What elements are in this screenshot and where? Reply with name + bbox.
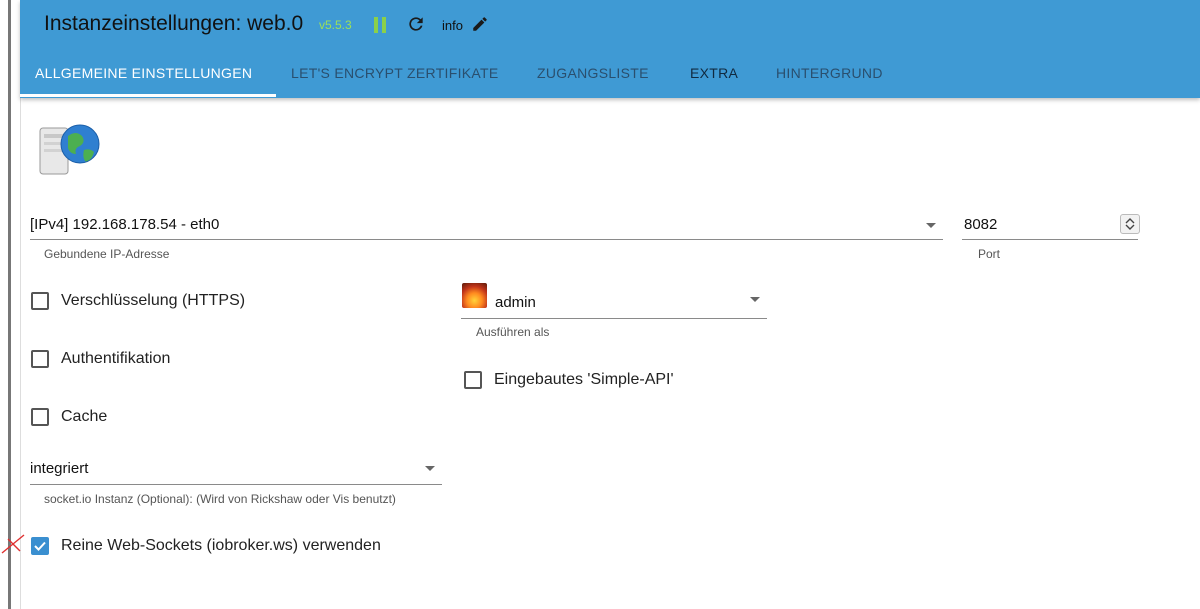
pure-websockets-checkbox[interactable] [31,537,49,555]
chevron-down-icon[interactable] [425,466,435,471]
tab-access-list[interactable]: ZUGANGSLISTE [537,65,649,81]
port-label: Port [978,247,1001,261]
window-left-edge [8,0,11,609]
bind-ip-label: Gebundene IP-Adresse [44,247,170,261]
reload-icon[interactable] [406,14,426,34]
run-as-underline [461,318,767,319]
web-server-globe-icon [38,120,102,178]
instance-header: Instanzeinstellungen: web.0 v5.5.3 info … [20,0,1200,98]
socketio-underline [30,484,442,485]
auth-label: Authentifikation [61,350,171,367]
port-stepper[interactable] [1120,214,1140,234]
red-x-mark [0,533,28,555]
tab-background[interactable]: HINTERGRUND [776,65,883,81]
log-level-label[interactable]: info [442,18,463,33]
pause-icon[interactable] [374,17,388,33]
bind-ip-select[interactable]: [IPv4] 192.168.178.54 - eth0 [30,216,219,233]
chevron-down-icon[interactable] [750,297,760,302]
pencil-icon[interactable] [471,15,489,33]
tab-letsencrypt[interactable]: LET'S ENCRYPT ZERTIFIKATE [291,65,499,81]
auth-checkbox[interactable] [31,350,49,368]
port-underline [962,239,1138,240]
tab-extra[interactable]: EXTRA [690,65,738,81]
cache-checkbox[interactable] [31,408,49,426]
version-badge: v5.5.3 [319,18,352,32]
run-as-select[interactable]: admin [495,294,536,311]
active-tab-indicator [20,94,276,97]
socketio-label: socket.io Instanz (Optional): (Wird von … [44,492,396,506]
pure-websockets-label: Reine Web-Sockets (iobroker.ws) verwende… [61,537,381,554]
cache-label: Cache [61,408,108,425]
run-as-label: Ausführen als [476,325,550,339]
simple-api-label: Eingebautes 'Simple-API' [494,371,674,388]
bind-ip-underline [30,239,943,240]
port-input[interactable]: 8082 [964,216,997,233]
page-title: Instanzeinstellungen: web.0 [44,12,304,35]
tab-general-settings[interactable]: ALLGEMEINE EINSTELLUNGEN [35,65,252,81]
chevron-down-icon[interactable] [926,223,936,228]
https-label: Verschlüsselung (HTTPS) [61,292,246,309]
simple-api-checkbox[interactable] [464,371,482,389]
user-avatar-icon [462,283,487,308]
https-checkbox[interactable] [31,292,49,310]
socketio-select[interactable]: integriert [30,460,88,477]
